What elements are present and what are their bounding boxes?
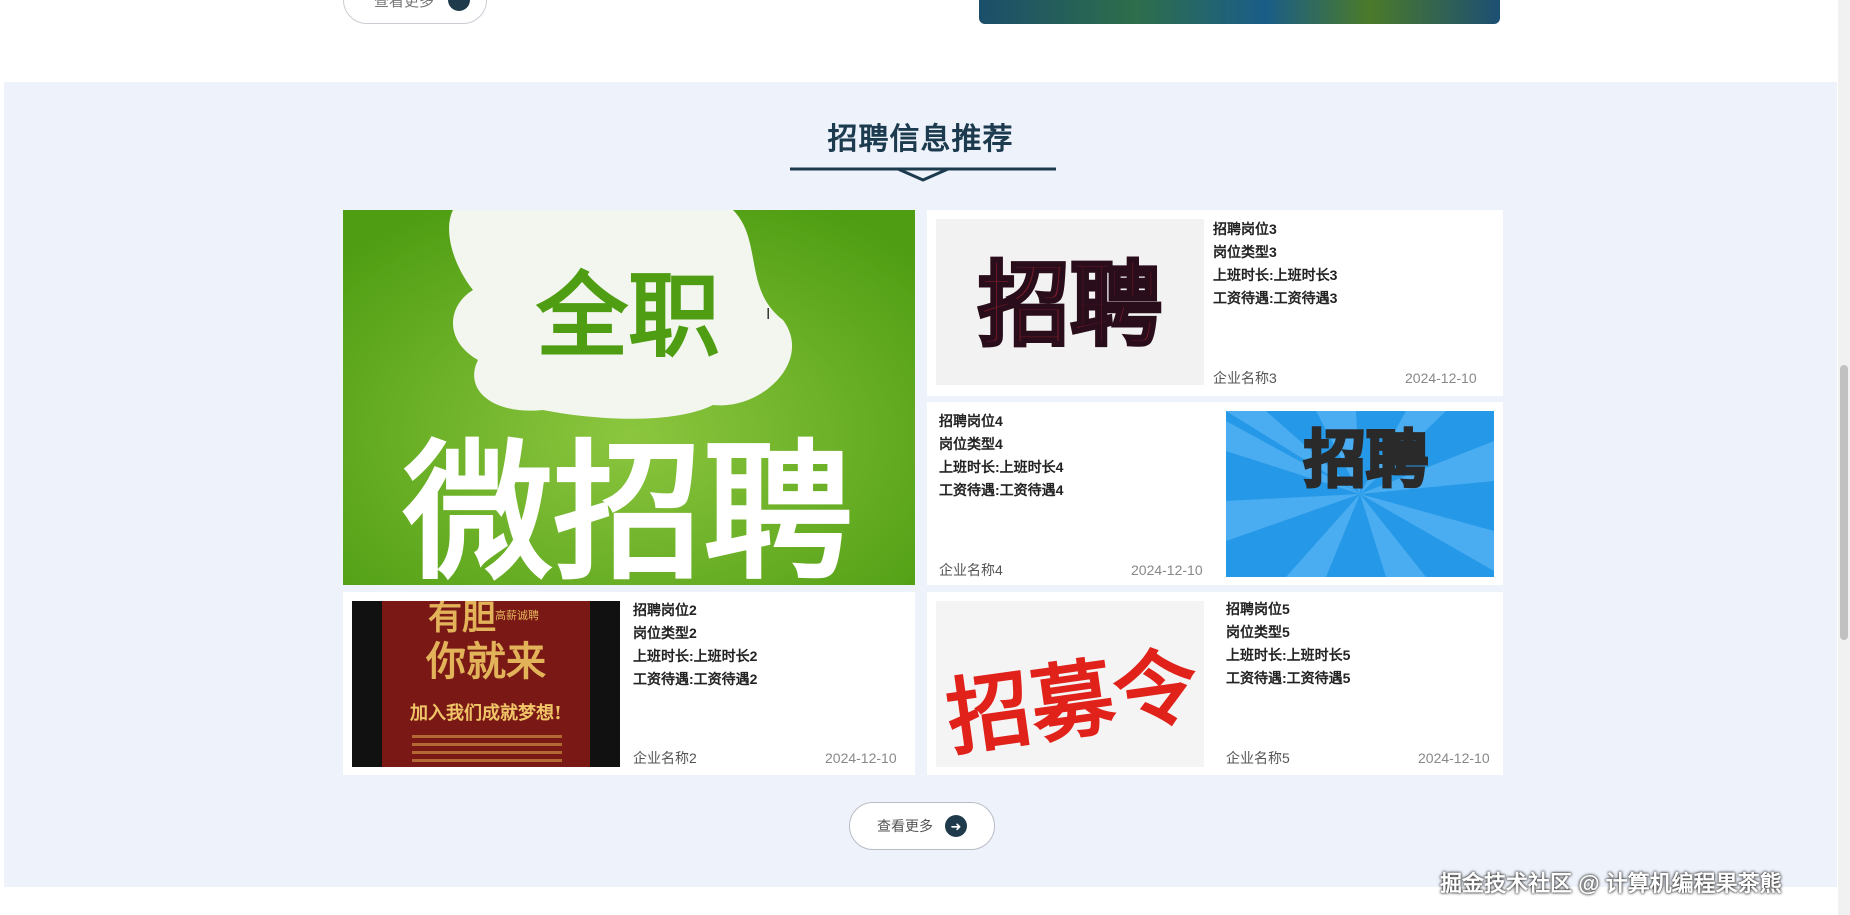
job-image-4-text: 招聘: [1304, 423, 1428, 496]
job-image-3-text: 招聘: [978, 252, 1162, 359]
company-name: 企业名称4: [939, 562, 1003, 578]
job-info-4: 招聘岗位4 岗位类型4 上班时长:上班时长4 工资待遇:工资待遇4: [939, 410, 1063, 502]
job-type: 岗位类型2: [633, 625, 697, 641]
post-date: 2024-12-10: [1405, 370, 1477, 386]
job-image-4: 招聘: [1226, 411, 1494, 577]
job-salary: 工资待遇:工资待遇3: [1213, 290, 1338, 306]
job-image-5: 招募令: [936, 601, 1204, 767]
title-underline: [790, 167, 1056, 182]
job-position: 招聘岗位2: [633, 602, 697, 618]
scrollbar-thumb[interactable]: [1840, 365, 1848, 640]
top-more-button[interactable]: 查看更多: [343, 0, 487, 24]
job-hours: 上班时长:上班时长5: [1226, 647, 1351, 663]
featured-text-1: 全职: [535, 263, 720, 370]
job-card-4[interactable]: 招聘岗位4 岗位类型4 上班时长:上班时长4 工资待遇:工资待遇4 企业名称4 …: [927, 402, 1503, 585]
company-name: 企业名称2: [633, 750, 697, 766]
text-cursor-icon: I: [766, 306, 771, 323]
job-image-2-badge: 高薪诚聘: [495, 608, 539, 622]
job-salary: 工资待遇:工资待遇2: [633, 671, 758, 687]
job-image-2-text-1: 有胆: [428, 601, 496, 638]
section-title: 招聘信息推荐: [827, 123, 1014, 156]
job-type: 岗位类型4: [939, 436, 1003, 452]
featured-text-2: 微招聘: [402, 427, 853, 585]
post-date: 2024-12-10: [1131, 562, 1203, 578]
previous-section-image: [979, 0, 1500, 24]
job-type: 岗位类型3: [1213, 244, 1277, 260]
job-image-3: 招聘: [936, 219, 1204, 385]
job-info-3: 招聘岗位3 岗位类型3 上班时长:上班时长3 工资待遇:工资待遇3: [1213, 218, 1337, 310]
arrow-right-icon: ➜: [945, 815, 967, 837]
view-more-button[interactable]: 查看更多 ➜: [849, 802, 995, 850]
top-more-label: 查看更多: [374, 0, 435, 10]
featured-image: 全职 微招聘: [343, 210, 915, 585]
job-position: 招聘岗位3: [1213, 221, 1277, 237]
post-date: 2024-12-10: [1418, 750, 1490, 766]
post-date: 2024-12-10: [825, 750, 897, 766]
recruitment-section: 招聘信息推荐 全职 微招聘 I 招聘 招聘岗位3 岗位类型3 上班时长:上班时长…: [4, 82, 1837, 887]
job-card-5[interactable]: 招募令 招聘岗位5 岗位类型5 上班时长:上班时长5 工资待遇:工资待遇5 企业…: [927, 592, 1503, 775]
featured-job-card[interactable]: 全职 微招聘 I: [343, 210, 915, 585]
job-info-5: 招聘岗位5 岗位类型5 上班时长:上班时长5 工资待遇:工资待遇5: [1226, 598, 1350, 690]
job-image-2-text-2: 你就来: [425, 638, 546, 685]
job-image-2-text-3: 加入我们成就梦想!: [409, 702, 562, 724]
job-type: 岗位类型5: [1226, 624, 1290, 640]
job-hours: 上班时长:上班时长4: [939, 459, 1064, 475]
previous-section: 查看更多: [0, 0, 1850, 82]
job-info-2: 招聘岗位2 岗位类型2 上班时长:上班时长2 工资待遇:工资待遇2: [633, 599, 757, 691]
page-scrollbar[interactable]: [1838, 0, 1850, 915]
job-position: 招聘岗位4: [939, 413, 1003, 429]
job-position: 招聘岗位5: [1226, 601, 1290, 617]
job-image-2: 有胆 高薪诚聘 你就来 加入我们成就梦想!: [352, 601, 620, 767]
arrow-right-icon: [448, 0, 471, 11]
job-hours: 上班时长:上班时长3: [1213, 267, 1338, 283]
job-salary: 工资待遇:工资待遇4: [939, 482, 1064, 498]
watermark: 掘金技术社区 @ 计算机编程果茶熊: [1440, 871, 1782, 896]
view-more-label: 查看更多: [877, 818, 933, 834]
job-hours: 上班时长:上班时长2: [633, 648, 758, 664]
company-name: 企业名称3: [1213, 370, 1277, 386]
job-card-2[interactable]: 有胆 高薪诚聘 你就来 加入我们成就梦想! 招聘岗位2 岗位类型2 上班时长:上…: [343, 592, 915, 775]
company-name: 企业名称5: [1226, 750, 1290, 766]
job-card-3[interactable]: 招聘 招聘岗位3 岗位类型3 上班时长:上班时长3 工资待遇:工资待遇3 企业名…: [927, 210, 1503, 396]
job-salary: 工资待遇:工资待遇5: [1226, 670, 1351, 686]
